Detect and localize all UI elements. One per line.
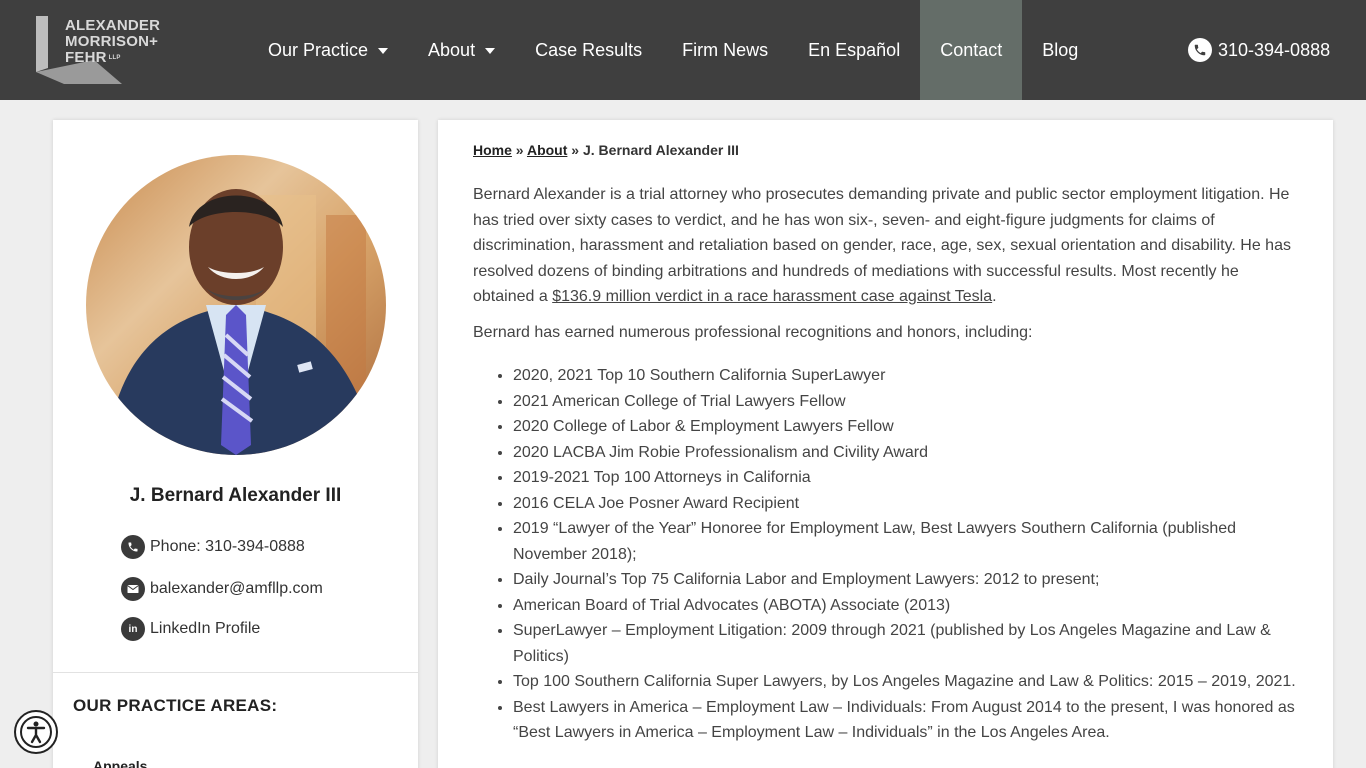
nav-contact-label: Contact xyxy=(940,39,1003,60)
list-item: American Board of Trial Advocates (ABOTA… xyxy=(513,593,1313,619)
sidebar-linkedin-link[interactable]: in LinkedIn Profile xyxy=(121,617,260,641)
main-nav: Our Practice About Case Results Firm New… xyxy=(248,0,1098,100)
nav-firm-news-label: Firm News xyxy=(682,39,769,60)
header-phone-number: 310-394-0888 xyxy=(1218,39,1331,60)
breadcrumb: Home » About » J. Bernard Alexander III xyxy=(473,142,739,158)
main-content: Home » About » J. Bernard Alexander III … xyxy=(438,120,1333,768)
logo-text: ALEXANDER MORRISON+ FEHR LLP xyxy=(65,18,160,66)
tesla-verdict-link[interactable]: $136.9 million verdict in a race harassm… xyxy=(552,288,992,305)
practice-areas-heading: OUR PRACTICE AREAS: xyxy=(73,696,278,715)
firm-logo[interactable]: ALEXANDER MORRISON+ FEHR LLP xyxy=(34,14,164,86)
breadcrumb-separator: » xyxy=(571,142,580,158)
nav-our-practice-label: Our Practice xyxy=(268,39,369,60)
list-item: 2020 LACBA Jim Robie Professionalism and… xyxy=(513,440,1313,466)
nav-contact[interactable]: Contact xyxy=(920,0,1023,100)
nav-blog[interactable]: Blog xyxy=(1022,0,1098,100)
breadcrumb-home[interactable]: Home xyxy=(473,142,512,158)
bio-end: . xyxy=(992,288,997,305)
practice-area-link[interactable]: Appeals xyxy=(93,758,147,768)
attorney-portrait-image xyxy=(106,189,376,455)
nav-about[interactable]: About xyxy=(408,0,515,100)
chevron-down-icon xyxy=(485,48,496,54)
attorney-photo xyxy=(86,155,386,455)
list-item: Best Lawyers in America – Employment Law… xyxy=(513,695,1313,746)
attorney-sidebar: J. Bernard Alexander III Phone: 310-394-… xyxy=(53,120,418,768)
accessibility-icon xyxy=(20,716,52,748)
phone-icon xyxy=(121,535,145,559)
logo-line-2: MORRISON+ xyxy=(65,33,159,50)
phone-icon xyxy=(1188,38,1212,62)
list-item: 2021 American College of Trial Lawyers F… xyxy=(513,389,1313,415)
header-phone-link[interactable]: 310-394-0888 xyxy=(1188,38,1330,62)
linkedin-icon: in xyxy=(121,617,145,641)
breadcrumb-separator: » xyxy=(515,142,524,158)
list-item: 2020, 2021 Top 10 Southern California Su… xyxy=(513,363,1313,389)
list-item: Top 100 Southern California Super Lawyer… xyxy=(513,669,1313,695)
list-item: 2019 “Lawyer of the Year” Honoree for Em… xyxy=(513,516,1313,567)
breadcrumb-about[interactable]: About xyxy=(527,142,567,158)
nav-about-label: About xyxy=(428,39,476,60)
chevron-down-icon xyxy=(378,48,389,54)
nav-our-practice[interactable]: Our Practice xyxy=(248,0,408,100)
list-item: 2019-2021 Top 100 Attorneys in Californi… xyxy=(513,465,1313,491)
nav-blog-label: Blog xyxy=(1042,39,1079,60)
nav-firm-news[interactable]: Firm News xyxy=(662,0,788,100)
accessibility-button[interactable] xyxy=(14,710,58,754)
list-item: SuperLawyer – Employment Litigation: 200… xyxy=(513,618,1313,669)
logo-line-3: FEHR LLP xyxy=(65,49,121,66)
breadcrumb-current: J. Bernard Alexander III xyxy=(582,142,739,158)
logo-line-1: ALEXANDER xyxy=(65,17,161,34)
list-item: Daily Journal’s Top 75 California Labor … xyxy=(513,567,1313,593)
sidebar-divider xyxy=(53,672,418,673)
list-item: 2016 CELA Joe Posner Award Recipient xyxy=(513,491,1313,517)
list-item: 2020 College of Labor & Employment Lawye… xyxy=(513,414,1313,440)
sidebar-phone-text: Phone: 310-394-0888 xyxy=(150,538,305,555)
sidebar-email-link[interactable]: balexander@amfllp.com xyxy=(121,577,323,601)
sidebar-linkedin-text: LinkedIn Profile xyxy=(150,620,261,637)
sidebar-phone-link[interactable]: Phone: 310-394-0888 xyxy=(121,535,305,559)
attorney-name: J. Bernard Alexander III xyxy=(129,485,342,506)
honors-list: 2020, 2021 Top 10 Southern California Su… xyxy=(513,363,1313,746)
nav-en-espanol-label: En Español xyxy=(808,39,901,60)
honors-intro: Bernard has earned numerous professional… xyxy=(473,324,1033,341)
nav-case-results-label: Case Results xyxy=(535,39,643,60)
bio-paragraph: Bernard Alexander is a trial attorney wh… xyxy=(473,182,1298,310)
nav-en-espanol[interactable]: En Español xyxy=(788,0,920,100)
sidebar-email-text: balexander@amfllp.com xyxy=(150,580,323,597)
site-header: ALEXANDER MORRISON+ FEHR LLP Our Practice… xyxy=(0,0,1366,100)
nav-case-results[interactable]: Case Results xyxy=(515,0,662,100)
envelope-icon xyxy=(121,577,145,601)
